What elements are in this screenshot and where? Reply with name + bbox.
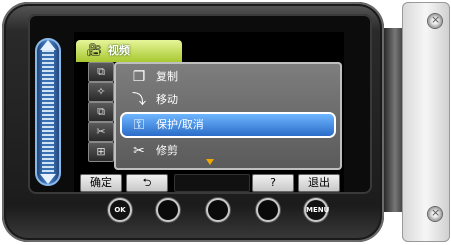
slider-down-arrow-icon[interactable] — [40, 174, 56, 184]
menu-item-move[interactable]: ⤵ 移动 — [122, 89, 334, 111]
copy-icon: ❐ — [132, 69, 146, 85]
category-tab-5[interactable]: ⊞ — [88, 142, 114, 162]
exit-button[interactable]: 退出 — [298, 174, 340, 192]
menu-title: 视频 — [108, 44, 130, 57]
key-icon: ⚿ — [133, 117, 145, 133]
menu-item-trim[interactable]: ✂ 修剪 — [122, 140, 334, 162]
scroll-down-indicator-icon — [206, 159, 214, 165]
hardware-button-4[interactable] — [258, 200, 278, 220]
softkey-bar: 确定 ⮌ ? 退出 — [76, 174, 346, 192]
screw-icon — [428, 13, 442, 28]
category-tab-1[interactable]: ⧉ — [88, 62, 114, 82]
menu-item-label: 移动 — [156, 93, 178, 106]
slider-up-arrow-icon[interactable] — [40, 40, 56, 50]
back-button[interactable]: ⮌ — [126, 174, 168, 192]
ok-button[interactable]: OK — [110, 200, 130, 220]
video-camera-icon: 🎥︎ — [86, 43, 103, 58]
hardware-button-2[interactable] — [158, 200, 178, 220]
menu-item-label: 复制 — [156, 70, 178, 83]
category-tab-2[interactable]: ✧ — [88, 82, 114, 102]
trim-icon: ✂ — [133, 143, 145, 159]
move-icon: ⤵ — [132, 92, 146, 108]
menu-item-copy[interactable]: ❐ 复制 — [122, 66, 334, 88]
side-panel — [402, 2, 450, 242]
softkey-blank — [174, 174, 250, 192]
confirm-button[interactable]: 确定 — [80, 174, 122, 192]
menu-item-label: 修剪 — [156, 144, 178, 157]
screw-icon — [428, 206, 442, 221]
category-tab-4[interactable]: ✂ — [88, 122, 114, 142]
help-button[interactable]: ? — [252, 174, 294, 192]
menu-item-label: 保护/取消 — [156, 118, 204, 131]
category-tab-3[interactable]: ⧉ — [88, 102, 114, 122]
hardware-button-3[interactable] — [208, 200, 228, 220]
menu-panel: ❐ 复制 ⤵ 移动 ⚿ 保护/取消 ✂ 修剪 — [114, 62, 342, 170]
slider-track[interactable] — [42, 50, 54, 174]
category-tabs: ⧉ ✧ ⧉ ✂ ⊞ — [88, 62, 114, 170]
menu-button[interactable]: MENU — [306, 200, 329, 220]
menu-item-protect[interactable]: ⚿ 保护/取消 — [122, 114, 334, 136]
